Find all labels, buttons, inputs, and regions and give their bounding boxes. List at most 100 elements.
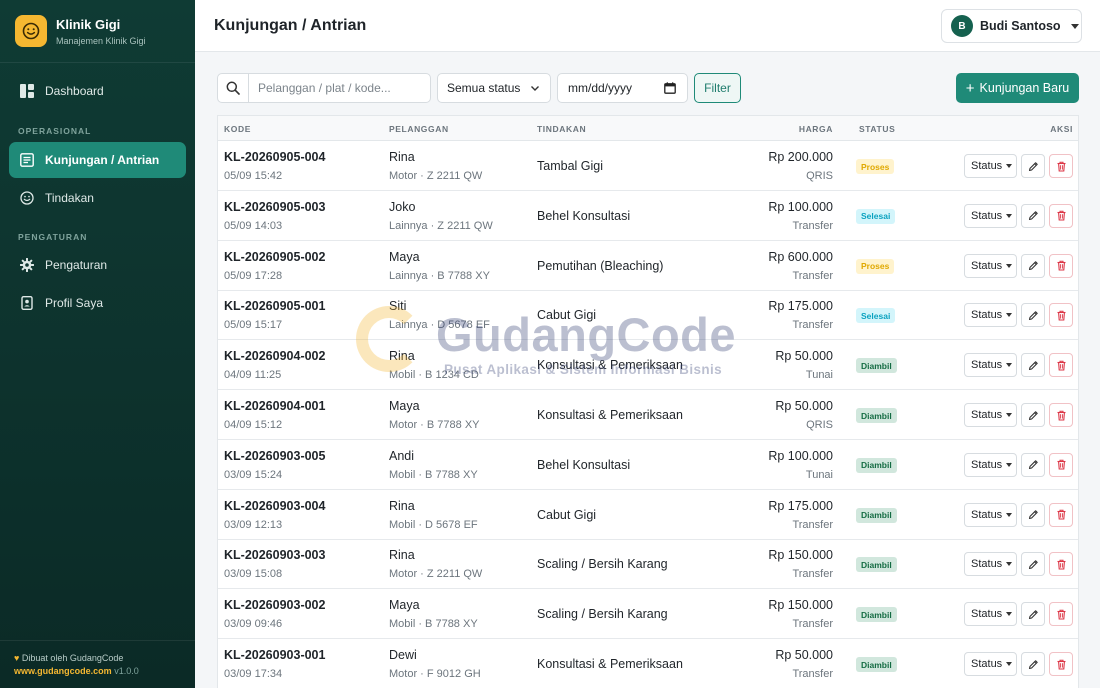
section-label-operasional: OPERASIONAL xyxy=(18,126,92,136)
user-menu-button[interactable]: B Budi Santoso xyxy=(941,9,1082,43)
footer-made: ♥ Dibuat oleh GudangCode xyxy=(14,653,195,663)
search-input[interactable] xyxy=(249,74,429,102)
caret-down-icon xyxy=(1006,363,1013,368)
sidebar: Klinik Gigi Manajemen Klinik Gigi Dashbo… xyxy=(0,0,195,688)
delete-button[interactable] xyxy=(1049,303,1073,328)
delete-button[interactable] xyxy=(1049,452,1073,477)
table-row: KL-20260904-001 04/09 15:12 Maya Motor · B … xyxy=(218,390,1078,440)
delete-button[interactable] xyxy=(1049,403,1073,427)
brand[interactable]: Klinik Gigi Manajemen Klinik Gigi xyxy=(0,0,195,63)
col-harga: HARGA xyxy=(798,124,833,134)
price: Rp 100.000 xyxy=(768,199,833,214)
caret-down-icon xyxy=(1006,512,1013,517)
trash-icon xyxy=(1056,360,1067,371)
pencil-icon xyxy=(1028,310,1039,321)
smile-icon xyxy=(22,22,40,40)
pencil-icon xyxy=(1028,459,1039,470)
delete-button[interactable] xyxy=(1049,154,1073,178)
visit-code: KL-20260903-003 xyxy=(224,548,326,563)
sidebar-item-kunjungan[interactable]: Kunjungan / Antrian xyxy=(9,142,186,178)
status-dropdown-button[interactable]: Status xyxy=(964,253,1017,278)
customer-name: Andi xyxy=(389,448,415,463)
treatment: Pemutihan (Bleaching) xyxy=(537,258,664,273)
status-dropdown-button[interactable]: Status xyxy=(964,652,1017,676)
status-button-label: Status xyxy=(971,209,1003,222)
edit-button[interactable] xyxy=(1021,253,1045,278)
delete-button[interactable] xyxy=(1049,253,1073,278)
customer-detail: Lainnya · D 5678 EF xyxy=(389,319,490,332)
edit-button[interactable] xyxy=(1021,552,1045,577)
sidebar-item-dashboard[interactable]: Dashboard xyxy=(9,73,186,109)
status-dropdown-button[interactable]: Status xyxy=(964,502,1017,527)
gear-icon xyxy=(20,258,34,272)
visit-time: 03/09 12:13 xyxy=(224,518,283,531)
edit-button[interactable] xyxy=(1021,154,1045,178)
status-dropdown-button[interactable]: Status xyxy=(964,403,1017,427)
footer-site-link[interactable]: www.gudangcode.com xyxy=(14,666,112,676)
status-dropdown-button[interactable]: Status xyxy=(964,203,1017,228)
col-tindakan: TINDAKAN xyxy=(537,124,587,134)
caret-down-icon xyxy=(1006,263,1013,268)
customer-detail: Mobil · D 5678 EF xyxy=(389,518,478,531)
plus-icon: + xyxy=(965,79,975,97)
visit-code: KL-20260905-003 xyxy=(224,199,326,214)
edit-button[interactable] xyxy=(1021,602,1045,627)
treatment: Cabut Gigi xyxy=(537,308,597,323)
sidebar-footer: ♥ Dibuat oleh GudangCode www.gudangcode.… xyxy=(0,640,195,688)
sidebar-item-profil[interactable]: Profil Saya xyxy=(9,285,186,321)
table-row: KL-20260903-004 03/09 12:13 Rina Mobil · D … xyxy=(218,490,1078,540)
customer-detail: Motor · Z 2211 QW xyxy=(389,170,483,182)
edit-button[interactable] xyxy=(1021,303,1045,328)
edit-button[interactable] xyxy=(1021,452,1045,477)
brand-logo xyxy=(15,15,47,47)
filter-button[interactable]: Filter xyxy=(694,73,741,103)
status-dropdown-button[interactable]: Status xyxy=(964,452,1017,477)
sidebar-item-label: Pengaturan xyxy=(45,258,108,272)
delete-button[interactable] xyxy=(1049,552,1073,577)
new-visit-button[interactable]: + Kunjungan Baru xyxy=(956,73,1079,103)
sidebar-item-pengaturan[interactable]: Pengaturan xyxy=(9,247,186,283)
price: Rp 50.000 xyxy=(775,399,833,413)
edit-button[interactable] xyxy=(1021,403,1045,427)
visit-code: KL-20260903-002 xyxy=(224,598,326,613)
app-name: Klinik Gigi xyxy=(56,16,121,32)
status-dropdown-button[interactable]: Status xyxy=(964,303,1017,328)
table-row: KL-20260903-005 03/09 15:24 Andi Mobil · B … xyxy=(218,440,1078,490)
visit-time: 05/09 15:42 xyxy=(224,170,283,182)
user-name: Budi Santoso xyxy=(980,19,1061,33)
customer-detail: Lainnya · B 7788 XY xyxy=(389,269,490,282)
edit-button[interactable] xyxy=(1021,353,1045,378)
date-input[interactable]: mm/dd/yyyy xyxy=(557,73,688,103)
status-select[interactable]: Semua status xyxy=(437,73,551,103)
sidebar-item-tindakan[interactable]: Tindakan xyxy=(9,180,186,216)
customer-detail: Lainnya · Z 2211 QW xyxy=(389,219,493,232)
table-row: KL-20260903-001 03/09 17:34 Dewi Motor · F … xyxy=(218,639,1078,688)
status-dropdown-button[interactable]: Status xyxy=(964,602,1017,627)
delete-button[interactable] xyxy=(1049,502,1073,527)
customer-detail: Motor · B 7788 XY xyxy=(389,419,480,431)
delete-button[interactable] xyxy=(1049,203,1073,228)
delete-button[interactable] xyxy=(1049,602,1073,627)
status-dropdown-button[interactable]: Status xyxy=(964,353,1017,378)
treatment: Scaling / Bersih Karang xyxy=(537,607,668,622)
id-badge-icon xyxy=(20,296,34,310)
edit-button[interactable] xyxy=(1021,652,1045,676)
table-row: KL-20260904-002 04/09 11:25 Rina Mobil · B … xyxy=(218,340,1078,391)
status-dropdown-button[interactable]: Status xyxy=(964,552,1017,577)
status-dropdown-button[interactable]: Status xyxy=(964,154,1017,178)
calendar-icon[interactable] xyxy=(664,82,676,94)
delete-button[interactable] xyxy=(1049,353,1073,378)
edit-button[interactable] xyxy=(1021,502,1045,527)
visit-code: KL-20260903-001 xyxy=(224,648,326,662)
price: Rp 50.000 xyxy=(775,349,833,364)
caret-down-icon xyxy=(1070,23,1079,29)
trash-icon xyxy=(1056,559,1067,570)
edit-button[interactable] xyxy=(1021,203,1045,228)
customer-name: Rina xyxy=(389,349,415,364)
payment-method: Tunai xyxy=(805,369,833,382)
trash-icon xyxy=(1056,459,1067,470)
sidebar-item-label: Kunjungan / Antrian xyxy=(45,153,160,167)
delete-button[interactable] xyxy=(1049,652,1073,676)
col-aksi: AKSI xyxy=(1050,124,1073,134)
treatment: Behel Konsultasi xyxy=(537,457,631,472)
